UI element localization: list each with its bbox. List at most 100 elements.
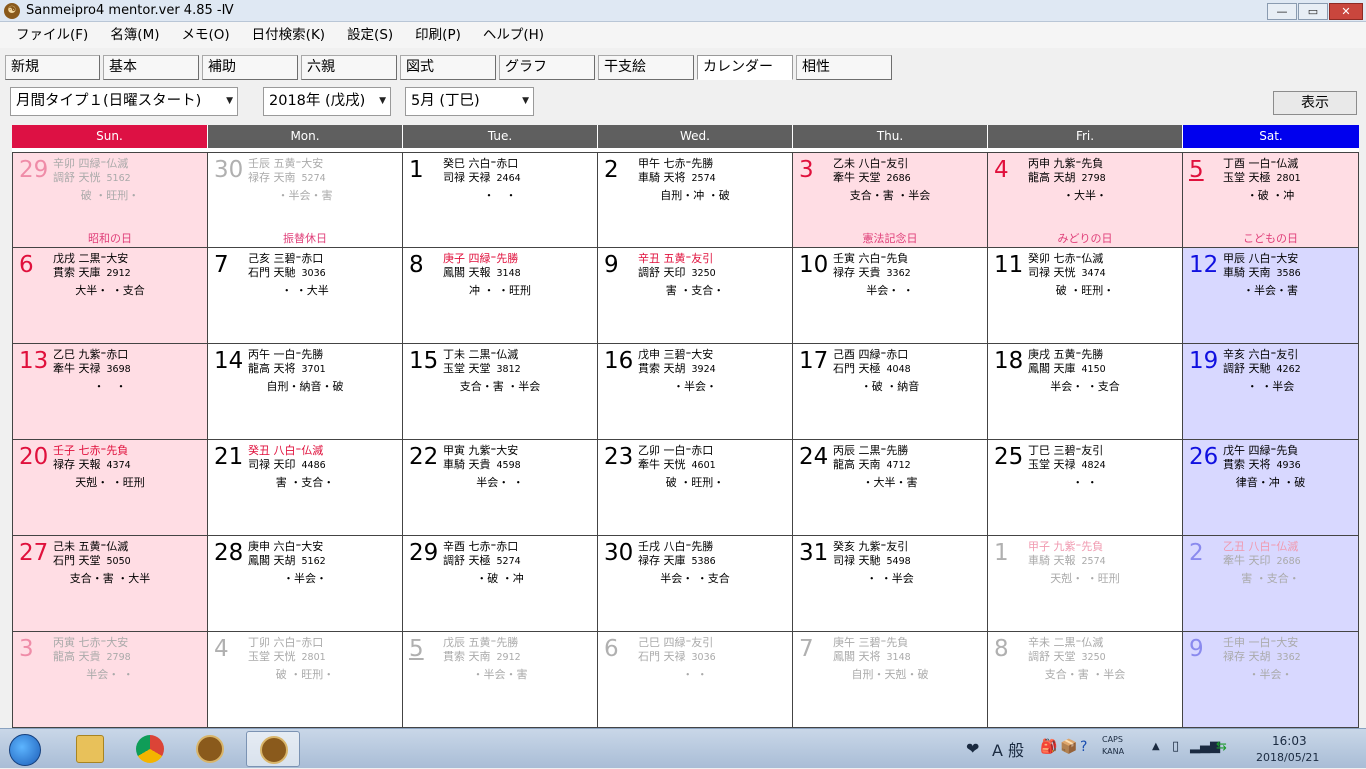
calendar-day-cell[interactable]: 2 甲午 七赤⁼先勝 車騎 天将 2574 自刑・冲 ・破 (598, 152, 793, 248)
calendar-day-cell[interactable]: 1 癸巳 六白⁼赤口 司禄 天禄 2464 ・ ・ (403, 152, 598, 248)
calendar-day-cell[interactable]: 9 辛丑 五黄⁼友引 調舒 天印 3250 害 ・支合・ (598, 248, 793, 344)
star-names: 牽牛 天恍 (638, 458, 686, 471)
eto-line: 戊午 四緑⁼先負 (1223, 444, 1299, 457)
tab-calendar[interactable]: カレンダー (697, 55, 793, 80)
tab-eto-picture[interactable]: 干支絵 (598, 55, 694, 80)
ime-toolbox-icon[interactable]: 🎒 (1040, 739, 1057, 755)
menu-roster[interactable]: 名簿(M) (99, 22, 170, 48)
calendar-day-cell[interactable]: 3 乙未 八白⁼友引 牽牛 天堂 2686 支合・害 ・半会 憲法記念日 (793, 152, 988, 248)
eto-line: 壬子 七赤⁼先負 (53, 444, 129, 457)
menu-memo[interactable]: メモ(O) (171, 22, 241, 48)
ime-icon[interactable]: ❤ (966, 739, 979, 758)
tab-six-relations[interactable]: 六親 (301, 55, 397, 80)
star-line: 石門 天馳 3036 (248, 266, 326, 280)
calendar-day-cell[interactable]: 11 癸卯 七赤⁼仏滅 司禄 天恍 3474 破 ・旺刑・ (988, 248, 1183, 344)
calendar-day-cell[interactable]: 4 丙申 九紫⁼先負 龍高 天胡 2798 ・大半・ みどりの日 (988, 152, 1183, 248)
calendar-day-cell[interactable]: 7 庚午 三碧⁼先負 鳳閣 天将 3148 自刑・天剋・破 (793, 632, 988, 728)
start-button[interactable] (0, 731, 48, 767)
calendar-day-cell[interactable]: 5 戊辰 五黄⁼先勝 貫索 天南 2912 ・半会・害 (403, 632, 598, 728)
star-names: 禄存 天報 (53, 458, 101, 471)
calendar-day-cell[interactable]: 15 丁未 二黒⁼仏滅 玉堂 天堂 3812 支合・害 ・半会 (403, 344, 598, 440)
star-line: 禄存 天庫 5386 (638, 554, 716, 568)
weekday-header: Fri. (988, 125, 1182, 148)
calendar-day-cell[interactable]: 29 辛酉 七赤⁼赤口 調舒 天極 5274 ・破 ・冲 (403, 536, 598, 632)
calendar-type-select[interactable]: 月間タイプ１(日曜スタート) ▼ (10, 87, 238, 116)
sync-icon[interactable]: ⇆ (1216, 739, 1227, 754)
calendar-day-cell[interactable]: 16 戊申 三碧⁼大安 貫索 天胡 3924 ・半会・ (598, 344, 793, 440)
tab-basic[interactable]: 基本 (103, 55, 199, 80)
ime-pad-icon[interactable]: 📦 (1060, 739, 1077, 755)
calendar-day-cell[interactable]: 27 己未 五黄⁼仏滅 石門 天堂 5050 支合・害 ・大半 (12, 536, 208, 632)
calendar-day-cell[interactable]: 1 甲子 九紫⁼先負 車騎 天報 2574 天剋・ ・旺刑 (988, 536, 1183, 632)
close-button[interactable]: ✕ (1329, 3, 1363, 20)
clock-time[interactable]: 16:03 (1272, 734, 1307, 748)
calendar-day-cell[interactable]: 14 丙午 一白⁼先勝 龍高 天将 3701 自刑・納音・破 (208, 344, 403, 440)
tab-new[interactable]: 新規 (5, 55, 100, 80)
star-names: 貫索 天南 (443, 650, 491, 663)
calendar-day-cell[interactable]: 23 乙卯 一白⁼赤口 牽牛 天恍 4601 破 ・旺刑・ (598, 440, 793, 536)
calendar-day-cell[interactable]: 21 癸丑 八白⁼仏滅 司禄 天印 4486 害 ・支合・ (208, 440, 403, 536)
calendar-day-cell[interactable]: 25 丁巳 三碧⁼友引 玉堂 天禄 4824 ・ ・ (988, 440, 1183, 536)
battery-icon[interactable]: ▯ (1172, 739, 1179, 754)
relation-line: ・ ・ (93, 380, 127, 393)
calendar-day-cell[interactable]: 6 戊戌 二黒⁼大安 貫索 天庫 2912 大半・ ・支合 (12, 248, 208, 344)
star-names: 石門 天馳 (248, 266, 296, 279)
calendar-day-cell[interactable]: 29 辛卯 四緑⁼仏滅 調舒 天恍 5162 破 ・旺刑・ 昭和の日 (12, 152, 208, 248)
calendar-day-cell[interactable]: 2 乙丑 八白⁼仏滅 牽牛 天印 2686 害 ・支合・ (1183, 536, 1359, 632)
menu-file[interactable]: ファイル(F) (0, 22, 99, 48)
taskbar-sanmeipro[interactable] (183, 731, 237, 767)
eto-line: 辛亥 六白⁼友引 (1223, 348, 1299, 361)
calendar-day-cell[interactable]: 18 庚戌 五黄⁼先勝 鳳閣 天庫 4150 半会・ ・支合 (988, 344, 1183, 440)
calendar-day-cell[interactable]: 20 壬子 七赤⁼先負 禄存 天報 4374 天剋・ ・旺刑 (12, 440, 208, 536)
calendar-day-cell[interactable]: 8 庚子 四緑⁼先勝 鳳閣 天報 3148 冲 ・ ・旺刑 (403, 248, 598, 344)
minimize-button[interactable]: — (1267, 3, 1297, 20)
menu-settings[interactable]: 設定(S) (336, 22, 404, 48)
calendar-day-cell[interactable]: 3 丙寅 七赤⁼大安 龍高 天貴 2798 半会・ ・ (12, 632, 208, 728)
taskbar-chrome[interactable] (123, 731, 177, 767)
month-select[interactable]: 5月 (丁巳) ▼ (405, 87, 534, 116)
tab-supplement[interactable]: 補助 (202, 55, 298, 80)
star-line: 車騎 天将 2574 (638, 171, 716, 185)
energy-number: 2912 (496, 652, 521, 663)
menu-print[interactable]: 印刷(P) (404, 22, 472, 48)
relation-line: ・半会・害 (472, 668, 528, 681)
tab-graph[interactable]: グラフ (499, 55, 595, 80)
calendar-day-cell[interactable]: 5 丁酉 一白⁼仏滅 玉堂 天極 2801 ・破 ・冲 こどもの日 (1183, 152, 1359, 248)
calendar-day-cell[interactable]: 19 辛亥 六白⁼友引 調舒 天馳 4262 ・ ・半会 (1183, 344, 1359, 440)
calendar-day-cell[interactable]: 24 丙辰 二黒⁼先勝 龍高 天南 4712 ・大半・害 (793, 440, 988, 536)
help-icon[interactable]: ? (1080, 739, 1087, 755)
calendar-day-cell[interactable]: 17 己酉 四緑⁼赤口 石門 天極 4048 ・破 ・納音 (793, 344, 988, 440)
menu-date-search[interactable]: 日付検索(K) (241, 22, 336, 48)
year-select[interactable]: 2018年 (戊戌) ▼ (263, 87, 391, 116)
relation-line: ・半会・ (283, 572, 327, 585)
calendar-day-cell[interactable]: 28 庚申 六白⁼大安 鳳閣 天胡 5162 ・半会・ (208, 536, 403, 632)
tab-diagram[interactable]: 図式 (400, 55, 496, 80)
calendar-day-cell[interactable]: 31 癸亥 九紫⁼友引 司禄 天馳 5498 ・ ・半会 (793, 536, 988, 632)
calendar-day-cell[interactable]: 9 壬申 一白⁼大安 禄存 天胡 3362 ・半会・ (1183, 632, 1359, 728)
star-names: 貫索 天胡 (638, 362, 686, 375)
tray-expand-icon[interactable]: ▲ (1152, 741, 1160, 752)
calendar-day-cell[interactable]: 4 丁卯 六白⁼赤口 玉堂 天恍 2801 破 ・旺刑・ (208, 632, 403, 728)
calendar-day-cell[interactable]: 22 甲寅 九紫⁼大安 車騎 天貴 4598 半会・ ・ (403, 440, 598, 536)
calendar-day-cell[interactable]: 6 己巳 四緑⁼友引 石門 天禄 3036 ・ ・ (598, 632, 793, 728)
star-names: 司禄 天馳 (833, 554, 881, 567)
clock-date[interactable]: 2018/05/21 (1256, 751, 1319, 764)
ime-mode[interactable]: A 般 (992, 737, 1024, 761)
day-number: 4 (994, 157, 1009, 183)
star-names: 車騎 天将 (638, 171, 686, 184)
menu-help[interactable]: ヘルプ(H) (472, 22, 555, 48)
taskbar-explorer[interactable] (63, 731, 117, 767)
maximize-button[interactable]: ▭ (1298, 3, 1328, 20)
calendar-day-cell[interactable]: 26 戊午 四緑⁼先負 貫索 天将 4936 律音・冲 ・破 (1183, 440, 1359, 536)
eto-line: 癸卯 七赤⁼仏滅 (1028, 252, 1104, 265)
calendar-day-cell[interactable]: 7 己亥 三碧⁼赤口 石門 天馳 3036 ・ ・大半 (208, 248, 403, 344)
calendar-day-cell[interactable]: 13 乙巳 九紫⁼赤口 牽牛 天禄 3698 ・ ・ (12, 344, 208, 440)
calendar-day-cell[interactable]: 12 甲辰 八白⁼大安 車騎 天南 3586 ・半会・害 (1183, 248, 1359, 344)
tab-compatibility[interactable]: 相性 (796, 55, 892, 80)
calendar-day-cell[interactable]: 30 壬辰 五黄⁼大安 禄存 天南 5274 ・半会・害 振替休日 (208, 152, 403, 248)
taskbar-sanmeipro-active[interactable] (246, 731, 300, 767)
calendar-day-cell[interactable]: 8 辛未 二黒⁼仏滅 調舒 天堂 3250 支合・害 ・半会 (988, 632, 1183, 728)
show-button[interactable]: 表示 (1273, 91, 1357, 115)
calendar-day-cell[interactable]: 10 壬寅 六白⁼先負 禄存 天貴 3362 半会・ ・ (793, 248, 988, 344)
calendar-day-cell[interactable]: 30 壬戌 八白⁼先勝 禄存 天庫 5386 半会・ ・支合 (598, 536, 793, 632)
